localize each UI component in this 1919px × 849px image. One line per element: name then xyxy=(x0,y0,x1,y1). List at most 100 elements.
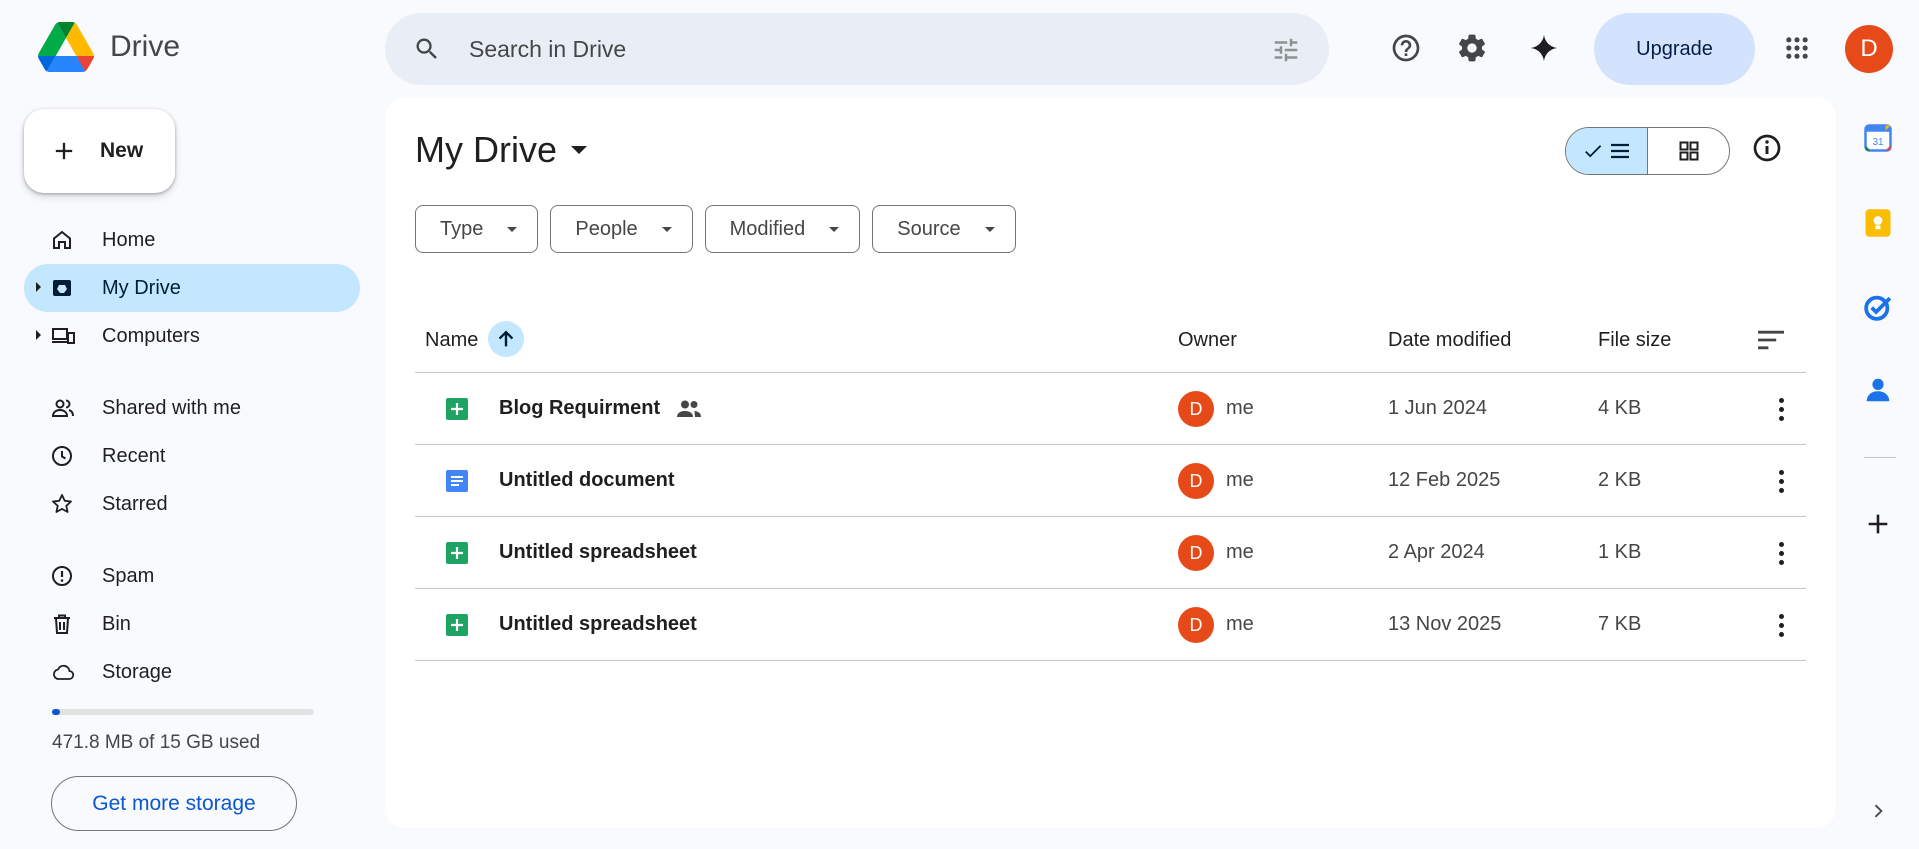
drive-logo[interactable]: Drive xyxy=(38,22,180,72)
get-more-storage-button[interactable]: Get more storage xyxy=(51,776,297,831)
clock-icon xyxy=(52,446,72,466)
sidebar-item-starred[interactable]: Starred xyxy=(24,480,360,528)
upgrade-button[interactable]: Upgrade xyxy=(1594,13,1755,85)
view-toggle xyxy=(1565,127,1730,175)
sidebar-item-label: Recent xyxy=(102,444,166,467)
sidebar-item-bin[interactable]: Bin xyxy=(24,600,360,648)
star-icon xyxy=(52,494,72,513)
file-name: Blog Requirment xyxy=(499,397,702,420)
filter-type-chip[interactable]: Type xyxy=(415,205,539,253)
filter-people-chip[interactable]: People xyxy=(550,205,693,253)
chip-label: People xyxy=(575,217,638,240)
search-options-icon[interactable] xyxy=(1271,35,1301,65)
date-modified: 13 Nov 2025 xyxy=(1388,613,1502,635)
owner-name: me xyxy=(1226,541,1254,563)
file-size: 2 KB xyxy=(1598,469,1642,491)
contacts-app-icon[interactable] xyxy=(1862,374,1894,406)
storage-usage-fill xyxy=(52,709,61,715)
search-icon[interactable] xyxy=(413,35,441,63)
storage-usage-bar xyxy=(52,709,314,715)
sidebar-item-home[interactable]: Home xyxy=(24,216,360,264)
chevron-right-icon[interactable] xyxy=(1862,795,1894,827)
file-name-text: Untitled spreadsheet xyxy=(499,613,697,635)
page-title[interactable]: My Drive xyxy=(415,129,587,171)
expand-caret-icon[interactable] xyxy=(36,282,41,292)
page-title-text: My Drive xyxy=(415,129,557,170)
storage-usage-text: 471.8 MB of 15 GB used xyxy=(52,732,261,753)
search-bar[interactable]: Search in Drive xyxy=(385,13,1329,85)
table-row[interactable]: Blog Requirment D me 1 Jun 2024 4 KB xyxy=(415,373,1806,445)
settings-gear-icon[interactable] xyxy=(1450,26,1494,70)
filter-modified-chip[interactable]: Modified xyxy=(704,205,861,253)
computers-icon xyxy=(52,328,75,344)
file-size: 7 KB xyxy=(1598,613,1642,635)
date-modified: 2 Apr 2024 xyxy=(1388,541,1485,563)
sidebar-item-label: Home xyxy=(102,228,156,251)
owner-name: me xyxy=(1226,613,1254,635)
google-sheets-icon xyxy=(446,614,468,636)
table-row[interactable]: Untitled document D me 12 Feb 2025 2 KB xyxy=(415,445,1806,517)
sidebar-item-label: Starred xyxy=(102,492,168,515)
sidebar-item-computers[interactable]: Computers xyxy=(24,312,360,360)
grid-icon xyxy=(1679,141,1698,161)
chip-label: Type xyxy=(440,217,484,240)
tasks-app-icon[interactable] xyxy=(1862,291,1894,323)
gemini-sparkle-icon[interactable] xyxy=(1522,26,1566,70)
table-row[interactable]: Untitled spreadsheet D me 2 Apr 2024 1 K… xyxy=(415,517,1806,589)
file-size: 4 KB xyxy=(1598,397,1642,419)
chevron-down-icon xyxy=(571,146,587,154)
file-name-text: Blog Requirment xyxy=(499,397,661,419)
help-icon[interactable] xyxy=(1384,26,1428,70)
expand-caret-icon[interactable] xyxy=(36,330,41,340)
apps-grid-icon[interactable] xyxy=(1775,26,1819,70)
cloud-icon xyxy=(53,664,75,680)
column-header-date-modified[interactable]: Date modified xyxy=(1388,329,1511,352)
sidebar-item-label: Computers xyxy=(102,324,200,347)
file-table: Name Owner Date modified File size Blog … xyxy=(415,307,1806,661)
search-input[interactable]: Search in Drive xyxy=(469,36,626,63)
more-actions-icon[interactable] xyxy=(1767,611,1795,639)
file-name: Untitled spreadsheet xyxy=(499,613,697,636)
info-icon[interactable] xyxy=(1751,132,1783,164)
more-actions-icon[interactable] xyxy=(1767,395,1795,423)
sort-options-icon[interactable] xyxy=(1755,327,1787,353)
column-header-file-size[interactable]: File size xyxy=(1598,329,1671,352)
sidebar-item-recent[interactable]: Recent xyxy=(24,432,360,480)
sidebar-item-label: Bin xyxy=(102,612,131,635)
keep-app-icon[interactable] xyxy=(1862,207,1894,239)
sidebar-item-shared-with-me[interactable]: Shared with me xyxy=(24,384,360,432)
drive-logo-icon xyxy=(38,22,94,72)
new-button-label: New xyxy=(100,139,144,162)
add-addon-plus-icon[interactable] xyxy=(1862,508,1894,540)
sidebar-item-my-drive[interactable]: My Drive xyxy=(24,264,360,312)
owner-avatar: D xyxy=(1178,463,1214,499)
check-icon xyxy=(1584,145,1601,158)
filter-source-chip[interactable]: Source xyxy=(872,205,1016,253)
file-name: Untitled spreadsheet xyxy=(499,541,697,564)
grid-view-button[interactable] xyxy=(1648,128,1729,174)
file-name: Untitled document xyxy=(499,469,675,492)
dropdown-arrow-icon xyxy=(507,226,518,232)
new-button[interactable]: New xyxy=(24,109,175,193)
sidebar-item-label: Storage xyxy=(102,660,173,683)
dropdown-arrow-icon xyxy=(829,226,840,232)
calendar-day-text: 31 xyxy=(1872,137,1884,148)
shared-icon xyxy=(51,399,74,417)
sidebar-item-storage[interactable]: Storage xyxy=(24,648,360,696)
account-avatar[interactable]: D xyxy=(1845,25,1893,73)
sidebar-item-spam[interactable]: Spam xyxy=(24,552,360,600)
column-header-name[interactable]: Name xyxy=(425,329,478,352)
arrow-up-icon xyxy=(498,330,514,347)
calendar-app-icon[interactable]: 31 xyxy=(1862,122,1894,154)
dropdown-arrow-icon xyxy=(661,226,672,232)
google-docs-icon xyxy=(446,470,468,492)
list-view-button[interactable] xyxy=(1566,128,1648,174)
sort-ascending-button[interactable] xyxy=(488,321,524,357)
table-row[interactable]: Untitled spreadsheet D me 13 Nov 2025 7 … xyxy=(415,589,1806,661)
column-header-owner[interactable]: Owner xyxy=(1178,329,1237,352)
owner-avatar: D xyxy=(1178,535,1214,571)
bin-icon xyxy=(54,614,70,634)
more-actions-icon[interactable] xyxy=(1767,467,1795,495)
more-actions-icon[interactable] xyxy=(1767,539,1795,567)
owner-name: me xyxy=(1226,469,1254,491)
